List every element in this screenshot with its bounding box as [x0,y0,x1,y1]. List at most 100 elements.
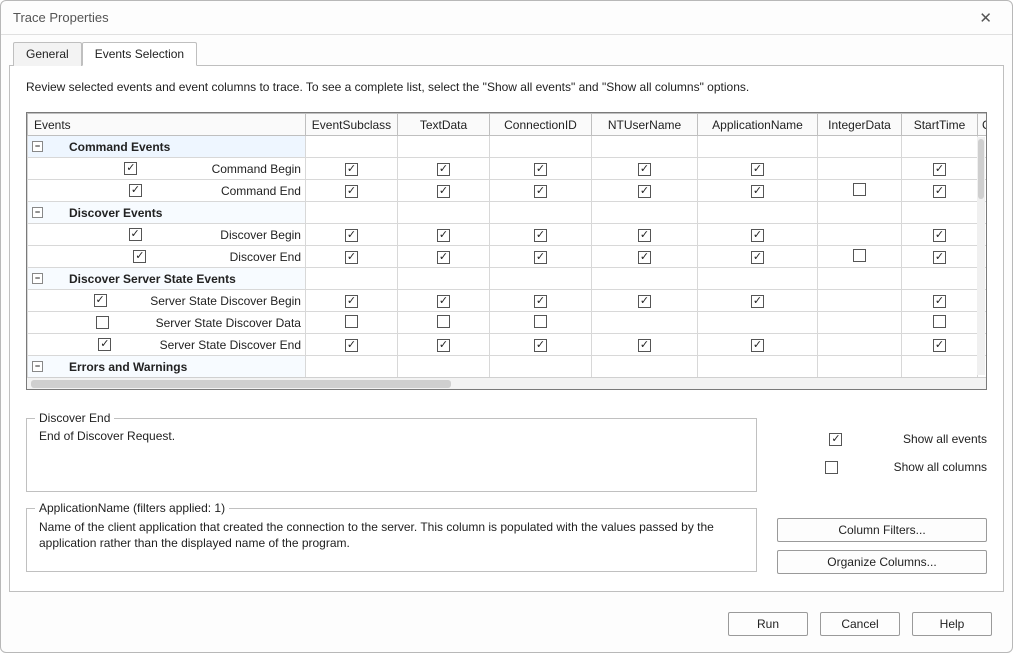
event-row[interactable]: Server State Discover End [28,334,987,356]
cell-checkbox[interactable] [437,295,450,308]
event-row[interactable]: Command End [28,180,987,202]
cell-checkbox[interactable] [751,251,764,264]
row-select-checkbox[interactable] [94,294,107,307]
event-label: Command End [221,184,301,198]
show-all-columns-checkbox[interactable] [825,461,838,474]
cell-checkbox[interactable] [638,339,651,352]
col-header-integerdata[interactable]: IntegerData [818,114,902,136]
row-select-checkbox[interactable] [133,250,146,263]
cell-checkbox[interactable] [437,251,450,264]
cell-checkbox[interactable] [345,185,358,198]
cell-checkbox[interactable] [345,229,358,242]
cell-checkbox[interactable] [638,295,651,308]
cell-checkbox[interactable] [437,229,450,242]
row-select-checkbox[interactable] [96,316,109,329]
group-row[interactable]: −Errors and Warnings [28,356,987,378]
cell-checkbox[interactable] [933,339,946,352]
cell-checkbox[interactable] [933,295,946,308]
event-row[interactable]: Server State Discover Begin [28,290,987,312]
cell-checkbox[interactable] [437,163,450,176]
event-row[interactable]: Server State Discover Data [28,312,987,334]
collapse-icon[interactable]: − [32,141,43,152]
cell-checkbox[interactable] [853,183,866,196]
run-button[interactable]: Run [728,612,808,636]
event-label: Server State Discover Data [156,316,301,330]
show-all-events-option[interactable]: Show all events [777,432,987,446]
cell-checkbox[interactable] [933,185,946,198]
row-select-checkbox[interactable] [98,338,111,351]
cell-checkbox[interactable] [933,229,946,242]
event-label: Server State Discover End [160,338,301,352]
cell-checkbox[interactable] [534,163,547,176]
event-row[interactable]: Command Begin [28,158,987,180]
cell-checkbox[interactable] [534,339,547,352]
col-header-applicationname[interactable]: ApplicationName [698,114,818,136]
cell-checkbox[interactable] [751,229,764,242]
cell-checkbox[interactable] [345,315,358,328]
show-all-events-checkbox[interactable] [829,433,842,446]
cell-checkbox[interactable] [534,229,547,242]
event-label: Discover Begin [220,228,301,242]
col-header-textdata[interactable]: TextData [398,114,490,136]
tab-events-selection[interactable]: Events Selection [82,42,197,66]
cell-checkbox[interactable] [638,229,651,242]
col-header-last[interactable]: C [978,114,987,136]
event-row[interactable]: Discover Begin [28,224,987,246]
cell-checkbox[interactable] [534,315,547,328]
event-label: Discover End [230,250,301,264]
organize-columns-button[interactable]: Organize Columns... [777,550,987,574]
cell-checkbox[interactable] [751,295,764,308]
event-description-text: End of Discover Request. [39,429,744,443]
cell-checkbox[interactable] [638,185,651,198]
show-all-columns-label: Show all columns [894,460,987,474]
cell-checkbox[interactable] [534,251,547,264]
trace-properties-dialog: Trace Properties ✕ General Events Select… [0,0,1013,653]
cell-checkbox[interactable] [345,251,358,264]
col-header-connectionid[interactable]: ConnectionID [490,114,592,136]
col-header-eventsubclass[interactable]: EventSubclass [306,114,398,136]
cell-checkbox[interactable] [345,295,358,308]
column-description-title: ApplicationName (filters applied: 1) [35,501,229,515]
vertical-scrollbar[interactable] [977,137,985,375]
group-row[interactable]: − Command Events [28,136,987,158]
collapse-icon[interactable]: − [32,361,43,372]
events-grid[interactable]: Events EventSubclass TextData Connection… [26,112,987,390]
row-select-checkbox[interactable] [124,162,137,175]
row-select-checkbox[interactable] [129,184,142,197]
cell-checkbox[interactable] [638,251,651,264]
col-header-starttime[interactable]: StartTime [902,114,978,136]
cell-checkbox[interactable] [853,249,866,262]
horizontal-scrollbar[interactable] [27,377,986,389]
row-select-checkbox[interactable] [129,228,142,241]
cell-checkbox[interactable] [933,163,946,176]
cell-checkbox[interactable] [751,339,764,352]
cell-checkbox[interactable] [638,163,651,176]
group-row[interactable]: −Discover Events [28,202,987,224]
cell-checkbox[interactable] [437,339,450,352]
col-header-ntusername[interactable]: NTUserName [592,114,698,136]
cell-checkbox[interactable] [751,185,764,198]
cell-checkbox[interactable] [345,163,358,176]
help-button[interactable]: Help [912,612,992,636]
close-icon[interactable]: ✕ [971,7,1000,29]
cell-checkbox[interactable] [437,315,450,328]
cell-checkbox[interactable] [751,163,764,176]
event-description-box: Discover End End of Discover Request. [26,418,757,492]
column-filters-button[interactable]: Column Filters... [777,518,987,542]
cell-checkbox[interactable] [933,251,946,264]
dialog-footer: Run Cancel Help [1,600,1012,652]
group-row[interactable]: −Discover Server State Events [28,268,987,290]
collapse-icon[interactable]: − [32,273,43,284]
cell-checkbox[interactable] [345,339,358,352]
show-all-columns-option[interactable]: Show all columns [777,460,987,474]
cancel-button[interactable]: Cancel [820,612,900,636]
cell-checkbox[interactable] [534,185,547,198]
tab-general[interactable]: General [13,42,82,66]
collapse-icon[interactable]: − [32,207,43,218]
event-row[interactable]: Discover End [28,246,987,268]
cell-checkbox[interactable] [437,185,450,198]
group-label: Command Events [69,140,170,154]
cell-checkbox[interactable] [933,315,946,328]
cell-checkbox[interactable] [534,295,547,308]
col-header-events[interactable]: Events [28,114,306,136]
